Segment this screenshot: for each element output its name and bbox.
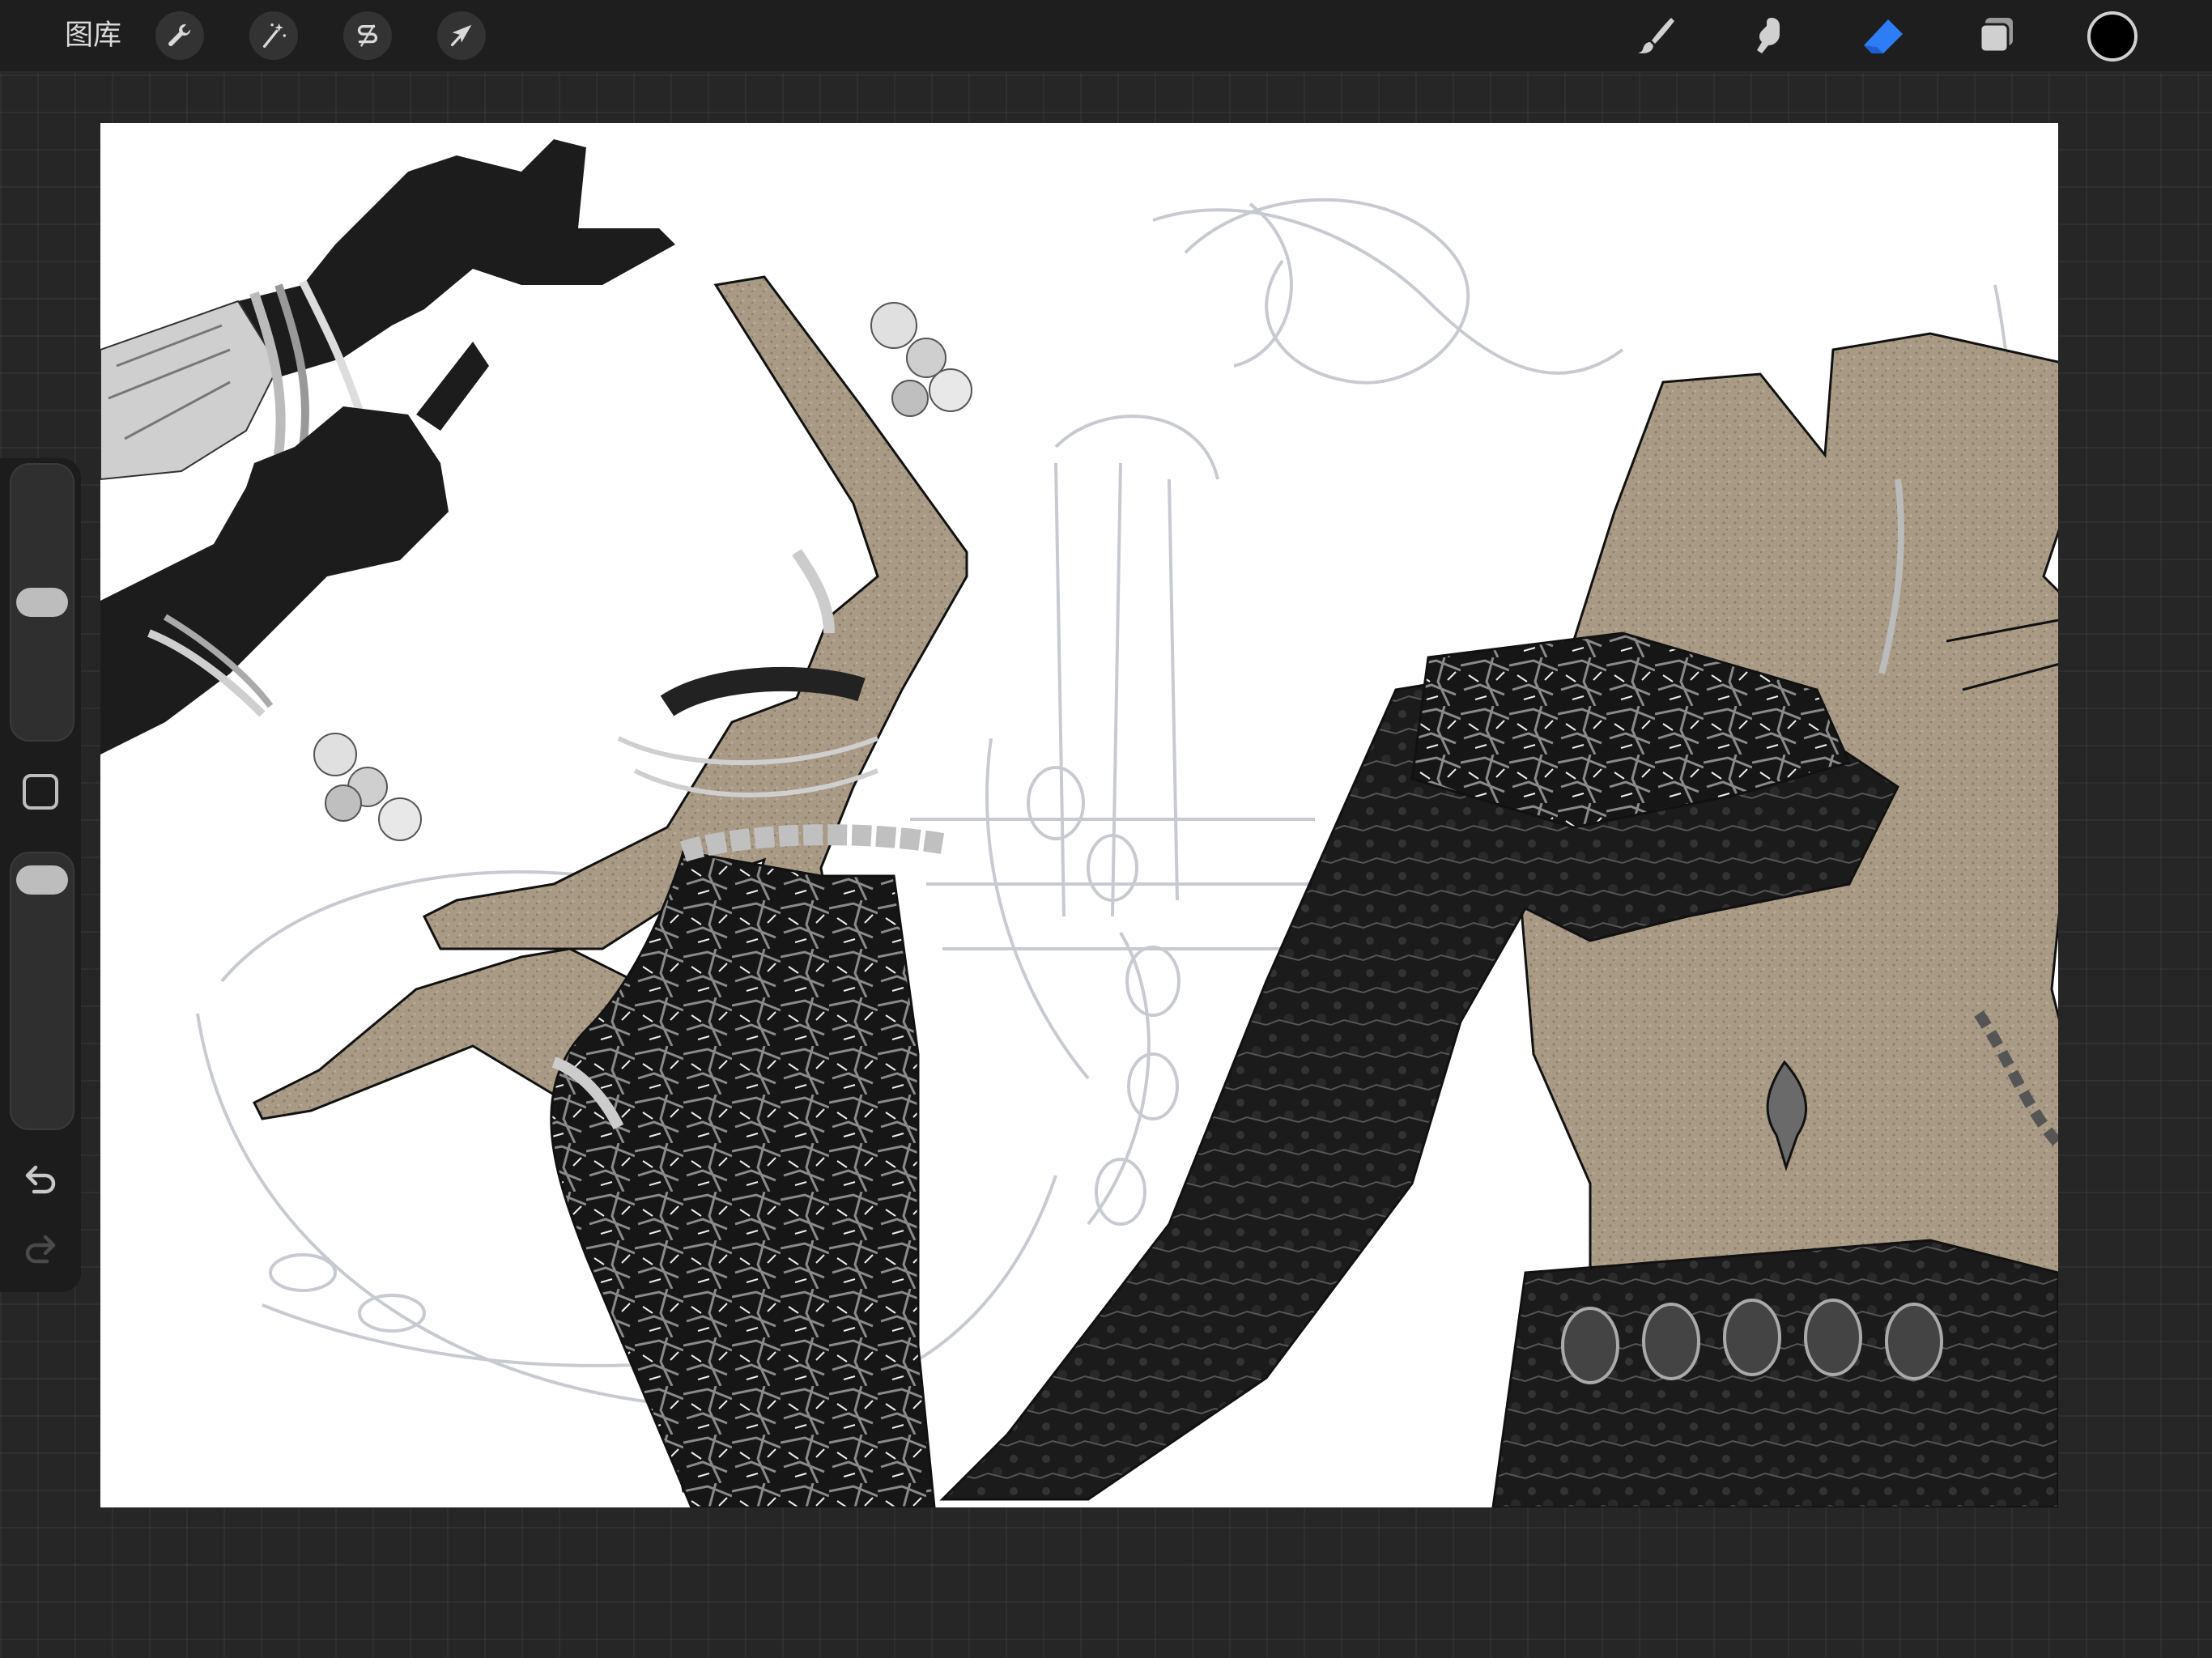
- smudge-finger-icon: [1757, 18, 1780, 53]
- transform-button[interactable]: [437, 11, 486, 60]
- adjustments-button[interactable]: [249, 11, 298, 60]
- artwork: [100, 139, 2058, 1507]
- drawing-canvas[interactable]: [100, 123, 2058, 1507]
- selection-button[interactable]: [343, 11, 392, 60]
- arrow-cursor-icon: [450, 24, 472, 47]
- left-sidebar: [0, 458, 81, 1292]
- redo-arrow-icon: [25, 1235, 56, 1264]
- eraser-icon: [1864, 19, 1903, 53]
- brush-icon: [1638, 18, 1674, 53]
- undo-button[interactable]: [18, 1159, 63, 1205]
- opacity-slider[interactable]: [10, 852, 74, 1130]
- top-toolbar: 图库: [0, 0, 2212, 73]
- magic-wand-icon: [262, 23, 287, 48]
- undo-arrow-icon: [25, 1165, 56, 1194]
- brush-size-slider[interactable]: [10, 463, 74, 742]
- modify-button[interactable]: [23, 774, 58, 810]
- brush-size-thumb[interactable]: [16, 588, 68, 617]
- right-figure: [939, 332, 2058, 1507]
- smudge-button[interactable]: [1746, 11, 1794, 60]
- layers-button[interactable]: [1972, 11, 2021, 60]
- actions-button[interactable]: [155, 11, 204, 60]
- opacity-thumb[interactable]: [16, 865, 68, 895]
- layers-icon: [1979, 18, 2013, 53]
- eraser-button[interactable]: [1859, 11, 1908, 60]
- wrench-icon: [168, 23, 191, 46]
- flower-bracelet: [313, 302, 972, 841]
- redo-button[interactable]: [18, 1229, 63, 1274]
- color-picker-button[interactable]: [2087, 11, 2138, 62]
- brush-button[interactable]: [1632, 11, 1681, 60]
- gallery-button[interactable]: 图库: [65, 16, 121, 55]
- selection-s-icon: [357, 24, 378, 47]
